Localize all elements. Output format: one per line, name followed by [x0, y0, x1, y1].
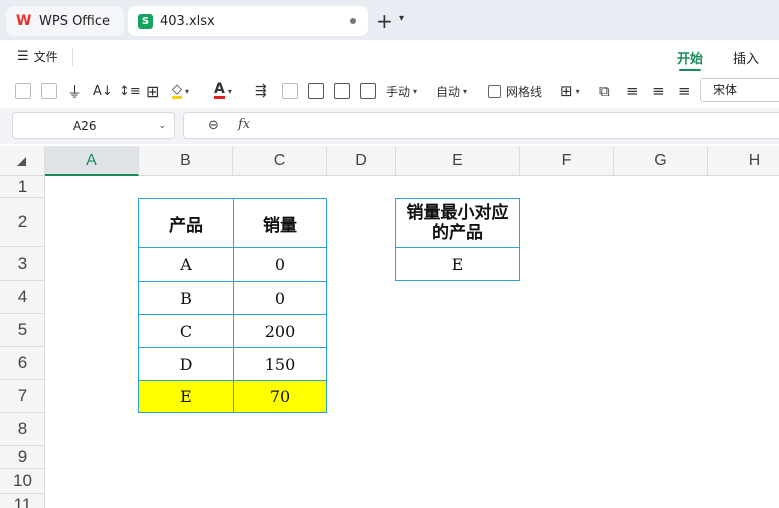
table-header-sales[interactable]: 销量	[233, 198, 327, 248]
freeze-panes-button[interactable]: ⊞ ▾	[560, 80, 580, 102]
table-cell-sales-highlighted[interactable]: 70	[233, 380, 327, 413]
menu-file[interactable]: ☰ 文件	[17, 48, 58, 65]
table-cell-sales[interactable]: 200	[233, 314, 327, 348]
row-header-7[interactable]: 7	[0, 380, 45, 413]
align-center-icon[interactable]: ≡	[652, 80, 665, 102]
fill-bucket-icon: ◇	[172, 82, 182, 99]
tab-file[interactable]: S 403.xlsx	[128, 6, 368, 36]
new-tab-plus-icon[interactable]: +	[376, 9, 393, 33]
row-header-8[interactable]: 8	[0, 413, 45, 446]
paste-format-icon[interactable]	[41, 80, 57, 102]
formula-input[interactable]: ⊖ fx	[183, 112, 779, 139]
table-cell-sales[interactable]: 0	[233, 281, 327, 315]
formula-bar: A26 ⌄ ⊖ fx	[0, 108, 779, 144]
table-cell-sales[interactable]: 150	[233, 347, 327, 381]
sort-ascending-icon[interactable]: A↓	[93, 80, 113, 102]
column-header-e[interactable]: E	[396, 146, 520, 176]
gridlines-label: 网格线	[506, 84, 543, 99]
table-cell-product[interactable]: C	[138, 314, 234, 348]
result-value[interactable]: E	[395, 247, 520, 281]
column-header-g[interactable]: G	[614, 146, 708, 176]
align-right-icon[interactable]: ≡	[678, 80, 691, 102]
table-cell-sales[interactable]: 0	[233, 247, 327, 282]
manual-dropdown[interactable]: 手动 ▾	[386, 80, 417, 102]
name-box[interactable]: A26 ⌄	[12, 112, 175, 139]
tab-wps-office[interactable]: W WPS Office	[6, 6, 124, 36]
chevron-down-icon: ▾	[463, 86, 468, 96]
chevron-down-icon: ▾	[227, 86, 232, 96]
clear-format-icon[interactable]: ⧉	[599, 80, 610, 102]
column-header-f[interactable]: F	[520, 146, 614, 176]
row-header-10[interactable]: 10	[0, 469, 45, 494]
manual-label: 手动	[386, 84, 411, 99]
column-header-d[interactable]: D	[327, 146, 396, 176]
grid-icon: ⊞	[560, 82, 573, 100]
column-header-bar: A B C D E F G H	[0, 146, 779, 176]
gridlines-toggle[interactable]: 网格线	[488, 80, 542, 102]
chevron-down-icon[interactable]: ⌄	[158, 121, 166, 131]
borders-icon[interactable]: ⊞	[146, 80, 159, 102]
fill-color-button[interactable]: ◇ ▾	[172, 80, 189, 102]
row-header-6[interactable]: 6	[0, 347, 45, 380]
ribbon-tab-insert[interactable]: 插入	[733, 48, 759, 67]
row-header-9[interactable]: 9	[0, 446, 45, 469]
column-header-b[interactable]: B	[139, 146, 233, 176]
merge-cells-icon[interactable]	[334, 80, 350, 102]
row-header-1[interactable]: 1	[0, 176, 45, 198]
row-header-3[interactable]: 3	[0, 247, 45, 281]
select-all-corner[interactable]	[0, 146, 45, 176]
result-header[interactable]: 销量最小对应的产品	[395, 198, 520, 248]
tab-file-label: 403.xlsx	[160, 13, 215, 29]
tab-list-chevron-icon[interactable]: ▾	[399, 13, 404, 24]
menu-row: ☰ 文件 开始 插入	[0, 40, 779, 74]
table-cell-product[interactable]: A	[138, 247, 234, 282]
table-cell-product[interactable]: D	[138, 347, 234, 381]
auto-dropdown[interactable]: 自动 ▾	[436, 80, 467, 102]
ribbon-tab-home[interactable]: 开始	[677, 48, 703, 67]
row-header-bar: 1 2 3 4 5 6 7 8 9 10 11	[0, 176, 45, 508]
wps-logo-icon: W	[16, 13, 32, 29]
hamburger-icon: ☰	[17, 49, 29, 64]
align-left-icon[interactable]: ≡	[626, 80, 639, 102]
gridlines-checkbox[interactable]	[488, 84, 501, 98]
tab-wps-label: WPS Office	[39, 13, 111, 29]
select-all-triangle-icon	[17, 157, 26, 166]
active-tab-indicator	[679, 69, 701, 71]
convert-number-icon[interactable]	[15, 80, 31, 102]
row-header-2[interactable]: 2	[0, 198, 45, 247]
font-color-icon: A	[214, 81, 225, 99]
unsaved-dot-icon[interactable]	[350, 18, 356, 24]
toolbar: ⏚ A↓ ↕≡ ⊞ ◇ ▾ A ▾ ⇶ 手动 ▾ 自动 ▾ 网格线 ⊞ ▾ ⧉ …	[0, 74, 779, 108]
title-bar: W WPS Office S 403.xlsx + ▾	[0, 0, 779, 40]
font-family-select[interactable]: 宋体	[700, 78, 779, 102]
font-color-button[interactable]: A ▾	[214, 80, 232, 102]
row-header-4[interactable]: 4	[0, 281, 45, 314]
chevron-down-icon: ▾	[575, 86, 580, 96]
align-left-box-icon[interactable]	[360, 80, 376, 102]
menu-file-label: 文件	[33, 50, 58, 64]
table-header-product[interactable]: 产品	[138, 198, 234, 248]
columns-icon[interactable]	[282, 80, 298, 102]
spreadsheet-grid[interactable]: A B C D E F G H 1 2 3 4 5 6 7 8 9 10 11 …	[0, 146, 779, 508]
row-header-5[interactable]: 5	[0, 314, 45, 347]
chevron-down-icon: ▾	[185, 86, 190, 96]
row-header-11[interactable]: 11	[0, 494, 45, 508]
filter-icon[interactable]: ⏚	[67, 80, 82, 102]
spreadsheet-icon: S	[138, 13, 153, 29]
name-box-value: A26	[73, 119, 97, 133]
text-format-icon[interactable]: ⇶	[255, 80, 267, 102]
chevron-down-icon: ▾	[413, 86, 418, 96]
column-header-a[interactable]: A	[45, 146, 139, 176]
zoom-search-icon[interactable]: ⊖	[208, 118, 219, 133]
column-header-c[interactable]: C	[233, 146, 327, 176]
menu-divider	[72, 48, 73, 66]
sort-descending-icon[interactable]: ↕≡	[119, 80, 141, 102]
wrap-text-icon[interactable]	[308, 80, 324, 102]
table-cell-product[interactable]: B	[138, 281, 234, 315]
auto-label: 自动	[436, 84, 461, 99]
column-header-h[interactable]: H	[708, 146, 779, 176]
function-fx-icon[interactable]: fx	[238, 117, 250, 132]
table-cell-product-highlighted[interactable]: E	[138, 380, 234, 413]
